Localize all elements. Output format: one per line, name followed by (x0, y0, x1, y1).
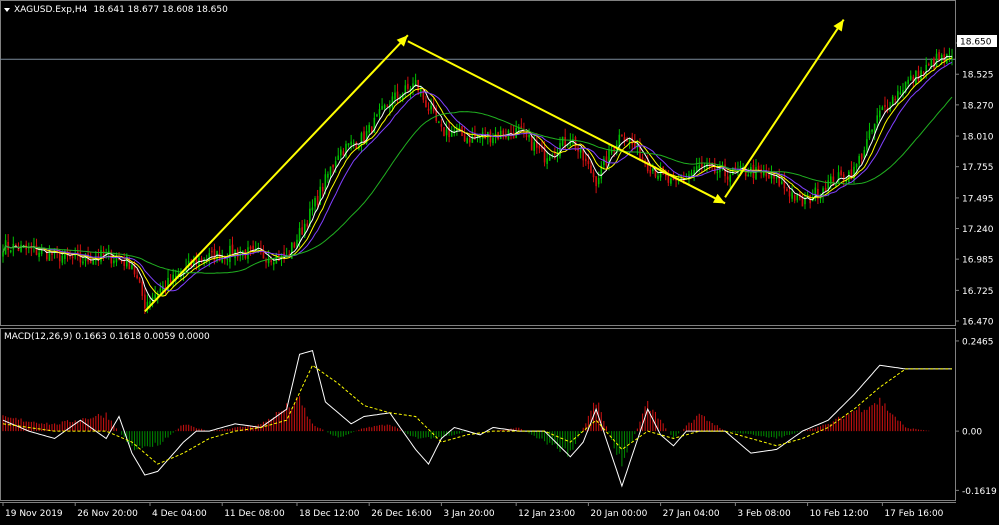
macd-axis-label: -0.1619 (962, 487, 997, 497)
macd-header: MACD(12,26,9) 0.1663 0.1618 0.0059 0.000… (4, 332, 210, 342)
time-axis-label: 18 Dec 12:00 (299, 509, 360, 519)
time-axis-label: 12 Jan 23:00 (518, 509, 575, 519)
price-axis-label: 17.755 (962, 163, 994, 173)
time-axis-label: 10 Feb 12:00 (810, 509, 869, 519)
time-axis-label: 20 Jan 00:00 (590, 509, 647, 519)
price-axis-label: 17.240 (962, 225, 994, 235)
symbol-title: XAGUSD.Exp,H4 (14, 5, 88, 15)
price-axis-label: 18.525 (962, 71, 994, 81)
ohlc-values: 18.641 18.677 18.608 18.650 (93, 5, 228, 15)
time-axis-label: 27 Jan 04:00 (663, 509, 720, 519)
time-axis-label: 17 Feb 16:00 (884, 509, 943, 519)
price-axis-label: 16.985 (962, 256, 994, 266)
time-axis-label: 3 Feb 08:00 (737, 509, 791, 519)
price-axis-label: 16.725 (962, 287, 994, 297)
time-axis-label: 26 Dec 16:00 (371, 509, 432, 519)
current-price-label: 18.650 (960, 38, 992, 48)
time-axis-label: 4 Dec 04:00 (152, 509, 207, 519)
time-axis-label: 3 Jan 20:00 (443, 509, 495, 519)
time-axis-label: 19 Nov 2019 (5, 509, 63, 519)
price-axis-label: 17.495 (962, 194, 994, 204)
price-axis-label: 18.010 (962, 133, 994, 143)
time-axis-label: 11 Dec 08:00 (224, 509, 285, 519)
chart-svg: 18.78518.52518.27018.01017.75517.49517.2… (0, 0, 999, 521)
chart-header: XAGUSD.Exp,H4 18.641 18.677 18.608 18.650 (14, 5, 228, 15)
price-axis-label: 16.470 (962, 318, 994, 328)
macd-axis-label: 0.00 (962, 428, 982, 438)
price-axis-label: 18.270 (962, 101, 994, 111)
macd-axis-label: 0.2465 (962, 337, 994, 347)
trading-chart-window: 18.78518.52518.27018.01017.75517.49517.2… (0, 0, 999, 521)
time-axis-label: 26 Nov 20:00 (77, 509, 138, 519)
